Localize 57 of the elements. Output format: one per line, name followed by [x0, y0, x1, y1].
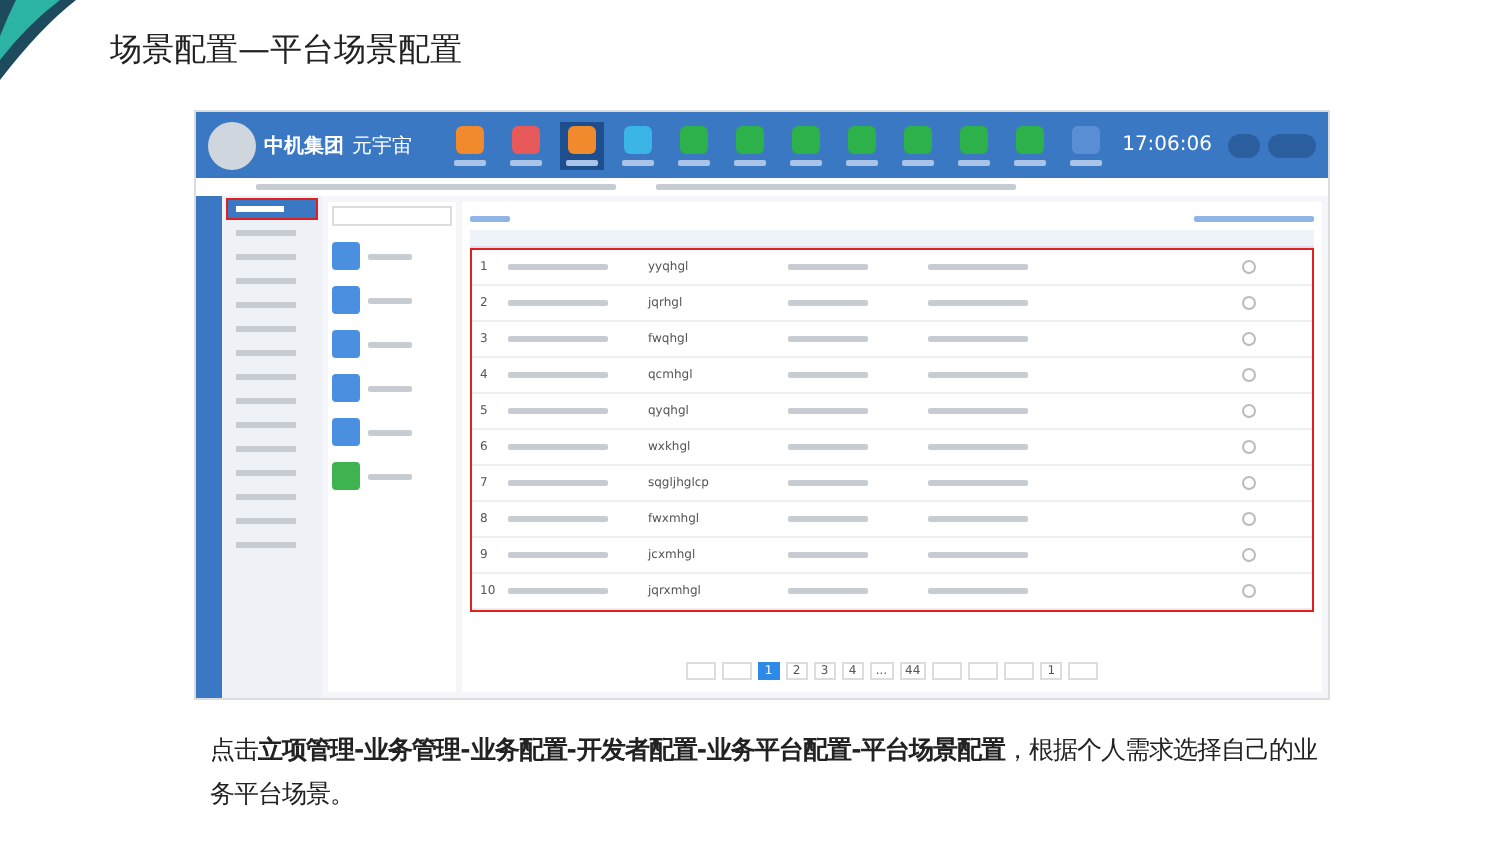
nav-tab[interactable]: [896, 121, 940, 169]
blurred-label: [622, 159, 654, 165]
radio-button[interactable]: [1242, 584, 1256, 598]
page-title: 场景配置—平台场景配置: [110, 30, 462, 72]
clock: 17:06:06: [1122, 134, 1212, 156]
nav-tab[interactable]: [952, 121, 996, 169]
nav-tab[interactable]: [448, 121, 492, 169]
nav-tab[interactable]: [560, 121, 604, 169]
search-field[interactable]: [332, 206, 452, 226]
nav-tab[interactable]: [504, 121, 548, 169]
next-page-button[interactable]: [932, 662, 963, 680]
brand-subtitle: 元宇宙: [352, 133, 412, 159]
app-icon[interactable]: [332, 418, 360, 446]
app-icon[interactable]: [332, 462, 360, 490]
last-page-button[interactable]: [968, 662, 999, 680]
avatar-placeholder: [208, 121, 256, 169]
page-size-select[interactable]: [1004, 662, 1035, 680]
blurred-label: [678, 159, 710, 165]
radio-button[interactable]: [1242, 260, 1256, 274]
app-icon[interactable]: [332, 330, 360, 358]
blurred-label: [566, 159, 598, 165]
instruction-text: 点击立项管理-业务管理-业务配置-开发者配置-业务平台配置-平台场景配置，根据个人需求选择自己的业务平台场景。: [210, 732, 1320, 812]
radio-button[interactable]: [1242, 332, 1256, 346]
radio-button[interactable]: [1242, 296, 1256, 310]
blurred-label: [902, 159, 934, 165]
radio-button[interactable]: [1242, 548, 1256, 562]
radio-button[interactable]: [1242, 476, 1256, 490]
nav-tab[interactable]: [672, 121, 716, 169]
app-icon[interactable]: [332, 374, 360, 402]
radio-button[interactable]: [1242, 368, 1256, 382]
brand-name: 中机集团: [264, 133, 344, 159]
nav-tab[interactable]: [784, 121, 828, 169]
more-button[interactable]: [1268, 133, 1316, 157]
first-page-button[interactable]: [685, 662, 716, 680]
blurred-label: [734, 159, 766, 165]
nav-tab[interactable]: [616, 121, 660, 169]
previous-page-button[interactable]: [721, 662, 752, 680]
blurred-label: [790, 159, 822, 165]
corner-decoration-drawing: [0, 0, 80, 80]
go-button[interactable]: [1068, 662, 1099, 680]
sidebar-item[interactable]: [228, 200, 316, 218]
blurred-label: [510, 159, 542, 165]
radio-button[interactable]: [1242, 512, 1256, 526]
blurred-label: [958, 159, 990, 165]
nav-tab[interactable]: [840, 121, 884, 169]
blurred-label: [1014, 159, 1046, 165]
blurred-label: [846, 159, 878, 165]
nav-tab[interactable]: [728, 121, 772, 169]
app-icon[interactable]: [332, 286, 360, 314]
blurred-label: [1070, 159, 1102, 165]
radio-button[interactable]: [1242, 404, 1256, 418]
app-icon[interactable]: [332, 242, 360, 270]
nav-tab[interactable]: [1064, 121, 1108, 169]
search-button[interactable]: [1228, 133, 1260, 157]
blurred-label: [454, 159, 486, 165]
nav-tab[interactable]: [1008, 121, 1052, 169]
radio-button[interactable]: [1242, 440, 1256, 454]
